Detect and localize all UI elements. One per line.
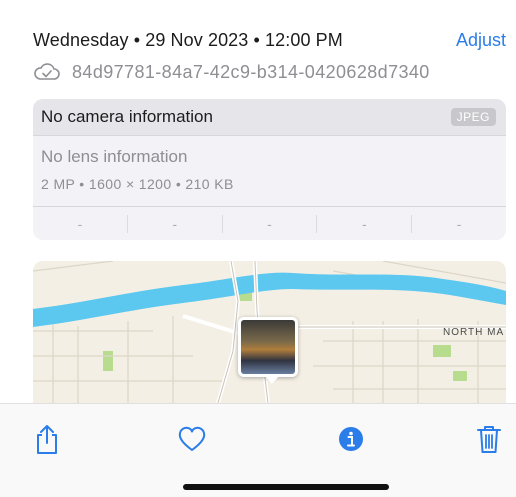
pin-pointer — [265, 376, 279, 384]
date-row: Wednesday • 29 Nov 2023 • 12:00 PM Adjus… — [33, 28, 506, 52]
camera-model: No camera information — [41, 107, 213, 126]
location-map[interactable]: NORTH MA — [33, 261, 506, 403]
delete-button[interactable] — [471, 421, 507, 457]
format-badge: JPEG — [450, 108, 496, 126]
map-street-label: NORTH MA — [443, 327, 505, 338]
adjust-button[interactable]: Adjust — [456, 30, 506, 51]
date-time: Wednesday • 29 Nov 2023 • 12:00 PM — [33, 29, 343, 50]
spec-shutter: - — [456, 215, 462, 232]
camera-info-header: No camera information JPEG — [33, 99, 506, 136]
share-icon — [37, 425, 57, 454]
trash-icon — [477, 426, 501, 453]
spec-focal-length: - — [128, 214, 223, 233]
cloud-check-icon — [34, 63, 60, 80]
home-indicator — [183, 484, 389, 490]
photo-location-pin[interactable] — [238, 317, 298, 377]
heart-icon — [178, 426, 206, 451]
exif-specs-row: - - - - - — [33, 206, 506, 240]
photo-info-header: Wednesday • 29 Nov 2023 • 12:00 PM Adjus… — [33, 28, 506, 84]
camera-info-card: No camera information JPEG No lens infor… — [33, 99, 506, 240]
spec-aperture: - — [317, 214, 413, 233]
favorite-button[interactable] — [174, 421, 210, 457]
info-icon — [339, 427, 363, 451]
share-button[interactable] — [29, 421, 65, 457]
filename: 84d97781-84a7-42c9-b314-0420628d7340 — [72, 61, 430, 82]
image-details: 2 MP • 1600 × 1200 • 210 KB — [41, 176, 234, 192]
info-button[interactable] — [333, 421, 369, 457]
spec-iso: - — [33, 214, 128, 233]
photo-thumbnail — [241, 320, 295, 374]
spec-exposure: - — [223, 214, 318, 233]
lens-info: No lens information — [41, 147, 188, 166]
file-row: 84d97781-84a7-42c9-b314-0420628d7340 — [33, 60, 506, 84]
bottom-toolbar — [0, 403, 516, 497]
